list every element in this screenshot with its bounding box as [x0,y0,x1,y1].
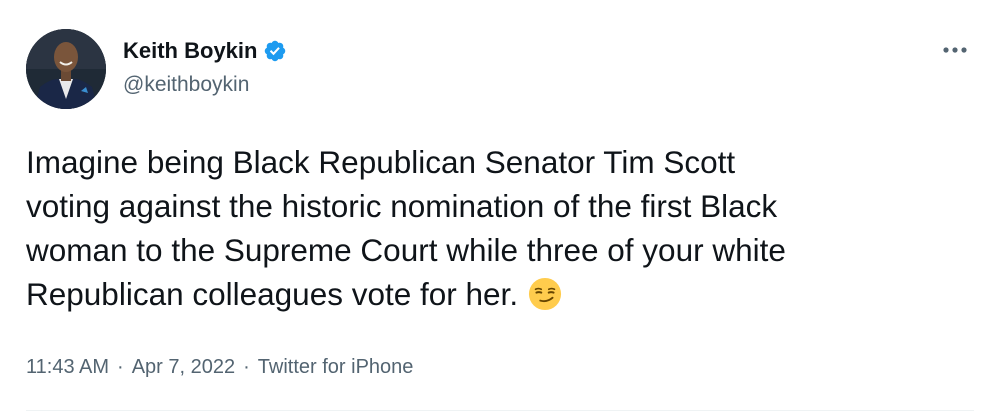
meta-separator: · [117,356,124,378]
tweet-body: Imagine being Black Republican Senator T… [26,144,786,312]
tweet-meta: 11:43 AM · Apr 7, 2022 · Twitter for iPh… [26,354,413,380]
avatar[interactable] [26,29,106,109]
tweet-text: Imagine being Black Republican Senator T… [26,140,976,316]
profile-photo [26,29,106,109]
author-name-row: Keith Boykin [123,37,287,65]
smirking-face-icon [529,277,562,311]
tweet-source[interactable]: Twitter for iPhone [258,354,414,380]
meta-separator: · [243,356,250,378]
author-display-name[interactable]: Keith Boykin [123,37,257,65]
author-handle[interactable]: @keithboykin [123,72,249,98]
divider [26,410,974,411]
more-horizontal-icon [943,47,967,53]
tweet-date[interactable]: Apr 7, 2022 [132,354,235,380]
more-options-button[interactable] [940,40,970,60]
tweet-time[interactable]: 11:43 AM [26,354,109,380]
verified-badge-icon [265,40,286,62]
